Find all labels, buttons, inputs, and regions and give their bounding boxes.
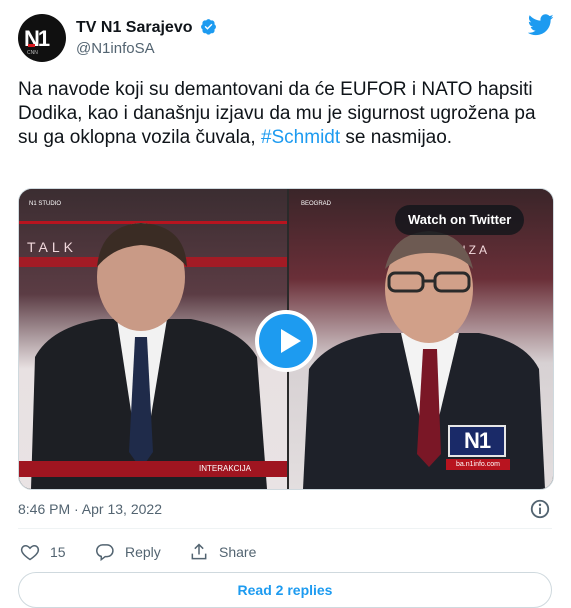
share-label: Share xyxy=(219,544,257,560)
heart-icon xyxy=(20,544,40,561)
account-handle[interactable]: @N1infoSA xyxy=(76,40,155,57)
presenter-figure xyxy=(31,223,267,489)
avatar-logo: N1 xyxy=(24,26,50,51)
like-button[interactable]: 15 xyxy=(20,542,66,562)
verified-badge-icon xyxy=(200,18,217,40)
play-icon xyxy=(281,329,301,353)
account-name-row[interactable]: TV N1 Sarajevo xyxy=(76,18,217,40)
account-name[interactable]: TV N1 Sarajevo xyxy=(76,19,193,36)
tweet-timestamp[interactable]: 8:46 PM · Apr 13, 2022 xyxy=(18,501,162,517)
reply-label: Reply xyxy=(125,544,161,560)
video-player[interactable]: N1 STUDIO TALK INTERAKCIJA BEOGRAD ANALI… xyxy=(18,188,554,490)
avatar[interactable]: N1 CNN xyxy=(18,14,66,62)
twitter-bird-icon[interactable] xyxy=(527,14,554,41)
reply-icon xyxy=(96,544,114,562)
hashtag-link[interactable]: #Schmidt xyxy=(261,127,340,148)
avatar-subtext: CNN xyxy=(27,50,38,56)
divider xyxy=(18,528,552,529)
share-button[interactable]: Share xyxy=(189,542,256,562)
location-label: BEOGRAD xyxy=(301,201,332,207)
read-replies-button[interactable]: Read 2 replies xyxy=(18,572,552,608)
info-icon[interactable] xyxy=(529,498,551,525)
video-left-panel: N1 STUDIO TALK INTERAKCIJA xyxy=(19,189,287,489)
tweet-text: Na navode koji su demantovani da će EUFO… xyxy=(18,78,548,150)
avatar-red-tag xyxy=(28,44,35,47)
tweet-text-end: se nasmijao. xyxy=(340,127,453,148)
play-button[interactable] xyxy=(255,310,317,372)
watch-on-twitter-button[interactable]: Watch on Twitter xyxy=(395,205,525,235)
lower-band-text: INTERAKCIJA xyxy=(199,464,252,473)
n1-logo: N1 xyxy=(448,425,506,457)
like-count: 15 xyxy=(50,544,66,560)
n1-url: ba.n1info.com xyxy=(446,459,510,470)
share-icon xyxy=(191,543,207,560)
guest-figure xyxy=(303,231,545,489)
reply-button[interactable]: Reply xyxy=(95,542,161,562)
